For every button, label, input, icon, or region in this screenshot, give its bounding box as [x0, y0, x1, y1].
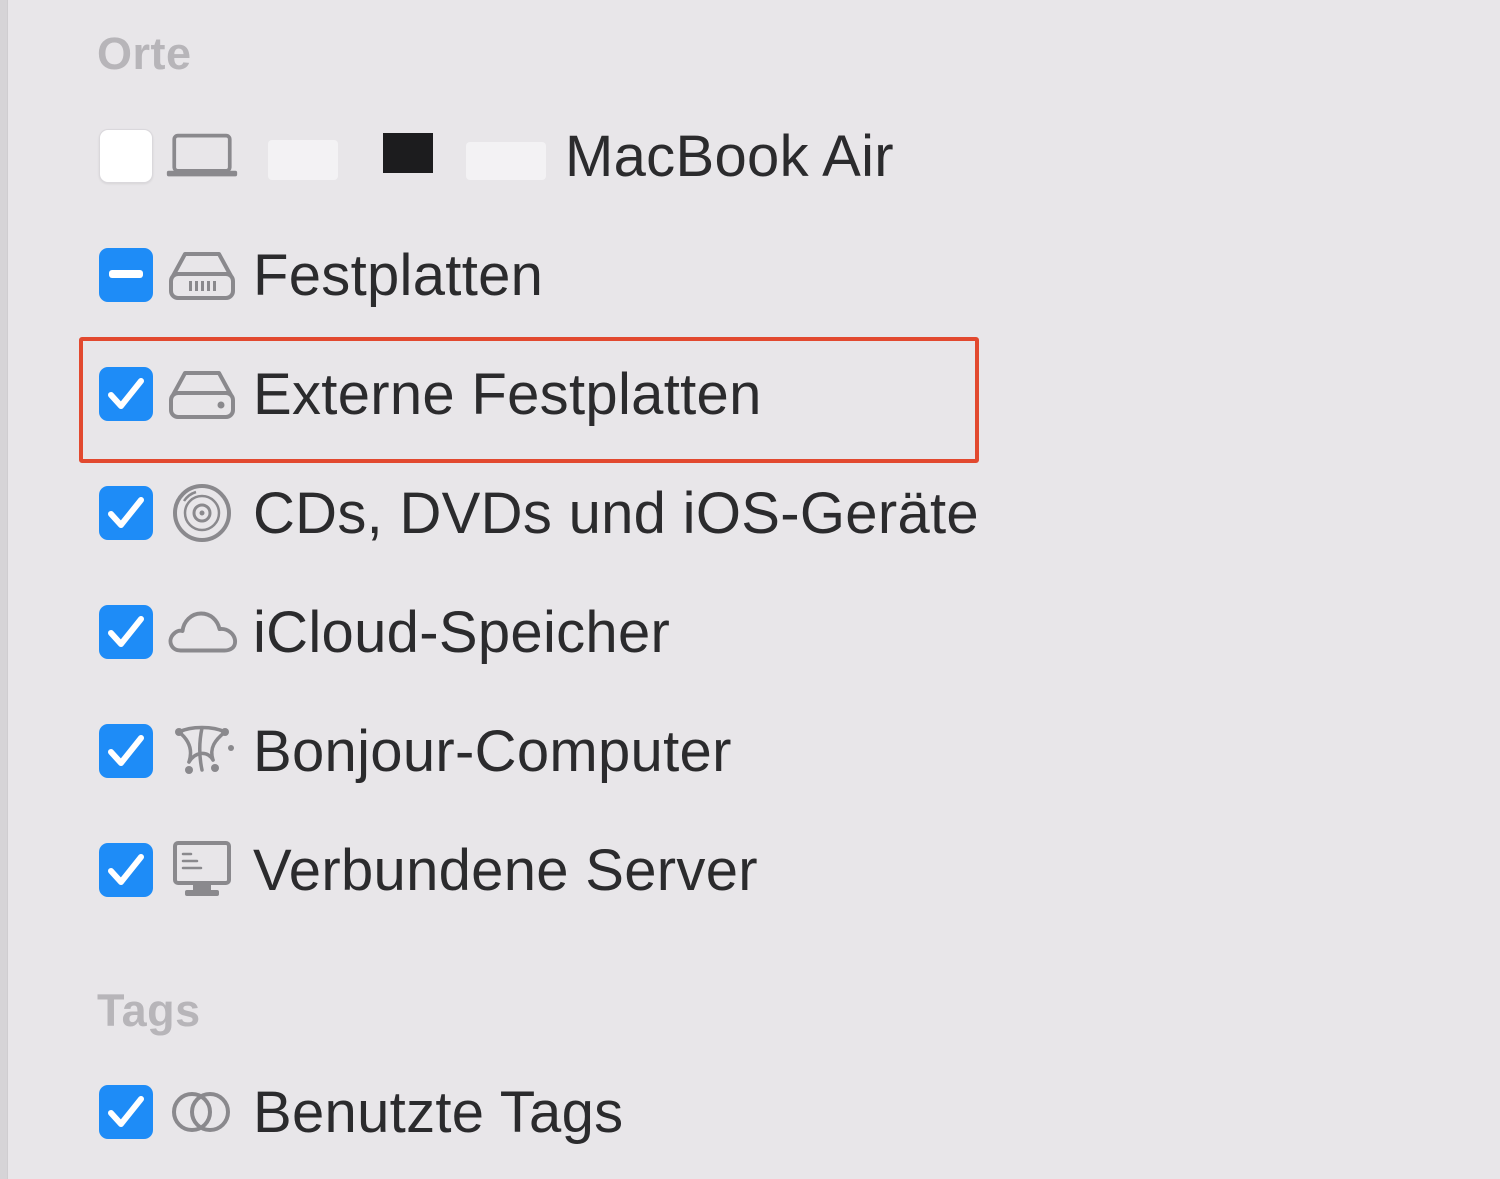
checkbox[interactable] — [99, 843, 153, 897]
window-left-edge — [0, 0, 8, 1179]
redacted-text — [268, 140, 338, 180]
sidebar-option-label: Bonjour-Computer — [253, 718, 732, 784]
disc-icon — [165, 483, 239, 543]
sidebar-option-label: iCloud-Speicher — [253, 599, 671, 665]
redacted-text — [466, 142, 546, 180]
section-header-tags: Tags — [97, 985, 201, 1036]
cloud-icon — [165, 602, 239, 662]
sidebar-option-label: Benutzte Tags — [253, 1079, 624, 1145]
sidebar-option-connected-servers[interactable]: Verbundene Server — [99, 838, 758, 903]
sidebar-option-label: Verbundene Server — [253, 837, 758, 903]
section-header-places: Orte — [97, 28, 192, 79]
checkbox[interactable] — [99, 486, 153, 540]
bonjour-icon — [165, 721, 239, 781]
internal-drive-icon — [165, 245, 239, 305]
checkbox[interactable] — [99, 248, 153, 302]
sidebar-option-label: MacBook Air — [565, 123, 894, 189]
sidebar-option-recent-tags[interactable]: Benutzte Tags — [99, 1080, 623, 1145]
sidebar-option-bonjour[interactable]: Bonjour-Computer — [99, 719, 732, 784]
server-icon — [165, 840, 239, 900]
checkbox[interactable] — [99, 1085, 153, 1139]
checkbox[interactable] — [99, 724, 153, 778]
sidebar-option-hard-disks[interactable]: Festplatten — [99, 243, 543, 308]
sidebar-option-label: CDs, DVDs und iOS-Geräte — [253, 480, 979, 546]
sidebar-option-cds-dvds[interactable]: CDs, DVDs und iOS-Geräte — [99, 481, 979, 546]
highlight-box — [79, 337, 979, 463]
sidebar-option-icloud[interactable]: iCloud-Speicher — [99, 600, 670, 665]
laptop-icon — [165, 126, 239, 186]
tags-icon — [165, 1082, 239, 1142]
checkbox[interactable] — [99, 129, 153, 183]
sidebar-option-label: Festplatten — [253, 242, 544, 308]
checkbox[interactable] — [99, 605, 153, 659]
redacted-text — [383, 133, 433, 173]
